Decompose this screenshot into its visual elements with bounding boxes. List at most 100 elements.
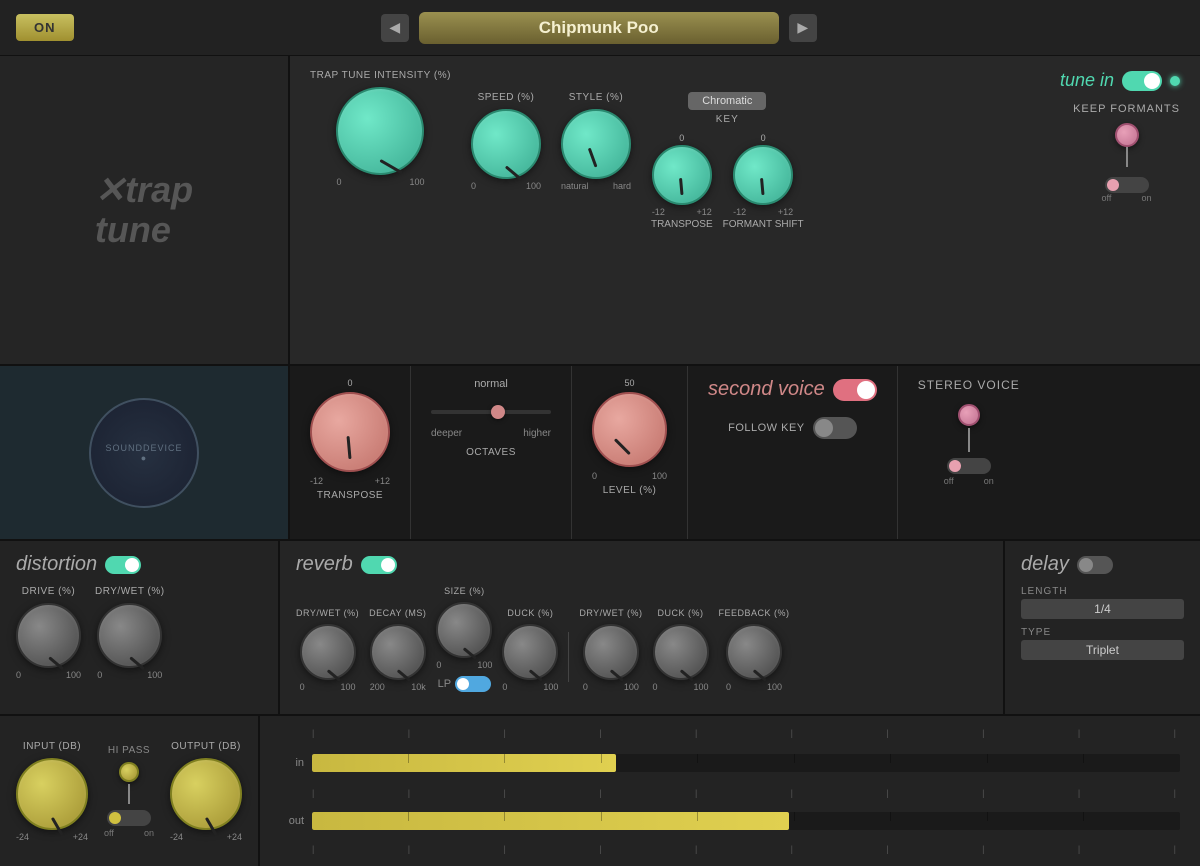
- stereo-voice-track: [947, 458, 991, 474]
- stereo-voice-knob[interactable]: [958, 404, 980, 426]
- rev-duck2-knob[interactable]: [653, 624, 709, 680]
- key-selector[interactable]: Chromatic: [688, 92, 766, 110]
- delay-type-label: TYPE: [1021, 627, 1184, 638]
- next-preset-button[interactable]: ▶: [789, 14, 817, 42]
- stereo-voice-panel: STEREO VOICE off on: [898, 366, 1040, 539]
- dist-drywet-knob[interactable]: [97, 603, 162, 668]
- rev-duck1-range: 0 100: [502, 682, 558, 692]
- formant-shift-container: 0 -12 +12 FORMANT SHIFT: [723, 133, 804, 230]
- rev-size-knob[interactable]: [436, 602, 492, 658]
- rev-feedback-knob[interactable]: [726, 624, 782, 680]
- octaves-thumb[interactable]: [491, 405, 505, 419]
- hi-pass-stem: [119, 784, 139, 808]
- delay-length-value[interactable]: 1/4: [1021, 599, 1184, 619]
- rev-drywet2-knob[interactable]: [583, 624, 639, 680]
- formant-shift-knob[interactable]: [733, 145, 793, 205]
- follow-key-label: FOLLOW KEY: [728, 422, 805, 434]
- reverb-controls: DRY/WET (%) 0 100 DECAY (ms) 200 10k: [296, 586, 987, 692]
- on-button[interactable]: ON: [16, 14, 74, 41]
- rev-decay-container: DECAY (ms) 200 10k: [369, 608, 426, 692]
- lp-label: LP: [438, 678, 451, 690]
- s2-transpose-knob[interactable]: [310, 392, 390, 472]
- speed-range: 0 100: [471, 181, 541, 191]
- rev-feedback-label: FEEDBACK (%): [719, 608, 790, 618]
- out-meter-row: out: [280, 812, 1180, 830]
- stereo-voice-stem: [957, 428, 981, 456]
- rev-decay-knob[interactable]: [370, 624, 426, 680]
- lp-track[interactable]: [455, 676, 491, 692]
- meter-tick-labels2: | | | | | | | | | |: [308, 788, 1180, 798]
- intensity-range: 0 100: [336, 177, 424, 187]
- input-block: INPUT (dB) -24 +24 HI PASS off: [0, 716, 260, 866]
- out-label: out: [280, 815, 304, 827]
- s2-transpose-label: TRANSPOSE: [317, 490, 383, 501]
- second-voice-toggle[interactable]: [833, 379, 877, 401]
- reverb-toggle[interactable]: [361, 556, 397, 574]
- distortion-toggle[interactable]: [105, 556, 141, 574]
- s2-octaves-block: normal deeper higher OCTAVES: [411, 366, 572, 539]
- out-meter-track: [312, 812, 1180, 830]
- keep-formants-knob[interactable]: [1115, 123, 1139, 147]
- input-knob[interactable]: [16, 758, 88, 830]
- formant-label: FORMANT SHIFT: [723, 219, 804, 230]
- stereo-voice-label: STEREO VOICE: [918, 378, 1020, 392]
- input-label: INPUT (dB): [23, 741, 81, 752]
- delay-settings: LENGTH 1/4 TYPE Triplet: [1021, 586, 1184, 660]
- rev-duck2-range: 0 100: [653, 682, 709, 692]
- drive-knob[interactable]: [16, 603, 81, 668]
- rev-separator: [568, 632, 569, 682]
- stereo-voice-thumb[interactable]: [949, 460, 961, 472]
- tune-in-label: tune in: [1060, 70, 1114, 91]
- style-label: STYLE (%): [569, 92, 624, 103]
- reverb-block: reverb DRY/WET (%) 0 100 DECAY (ms): [280, 541, 1005, 714]
- rev-size-label: SIZE (%): [444, 586, 485, 596]
- style-knob[interactable]: [561, 109, 631, 179]
- input-container: INPUT (dB) -24 +24: [16, 741, 88, 842]
- section2: SOUNDDEVICE● 0 -12 +12 TRANSPOSE normal …: [0, 366, 1200, 541]
- output-range: -24 +24: [170, 832, 242, 842]
- prev-preset-button[interactable]: ◀: [381, 14, 409, 42]
- in-meter-track: [312, 754, 1180, 772]
- rev-duck1-container: DUCK (%) 0 100: [502, 608, 558, 692]
- output-knob[interactable]: [170, 758, 242, 830]
- follow-key-toggle[interactable]: [813, 417, 857, 439]
- logo-area: ✕trap tune: [0, 56, 290, 364]
- s2-level-range: 0 100: [592, 471, 667, 481]
- hi-pass-labels: off on: [104, 828, 154, 838]
- rev-drywet2-label: DRY/WET (%): [579, 608, 642, 618]
- style-range: natural hard: [561, 181, 631, 191]
- style-knob-container: STYLE (%) natural hard: [561, 92, 631, 191]
- formant-top: 0: [761, 133, 766, 143]
- rev-duck2-container: DUCK (%) 0 100: [653, 608, 709, 692]
- intensity-knob[interactable]: [336, 87, 424, 175]
- dist-drywet-label: DRY/WET (%): [95, 586, 165, 597]
- hi-pass-thumb[interactable]: [109, 812, 121, 824]
- transpose1-knob[interactable]: [652, 145, 712, 205]
- hi-pass-knob[interactable]: [119, 762, 139, 782]
- rev-drywet-range: 0 100: [300, 682, 356, 692]
- second-voice-panel: second voice FOLLOW KEY: [688, 366, 898, 539]
- delay-toggle[interactable]: [1077, 556, 1113, 574]
- key-label: KEY: [716, 114, 739, 125]
- meter-block: | | | | | | | | | | in: [260, 716, 1200, 866]
- keep-formants-label: KEEP FORMANTS: [1073, 103, 1180, 115]
- rev-duck1-knob[interactable]: [502, 624, 558, 680]
- keep-formants-stem: [1112, 147, 1142, 177]
- transpose1-top: 0: [679, 133, 684, 143]
- in-meter-row: in: [280, 754, 1180, 772]
- rev-drywet2-container: DRY/WET (%) 0 100: [579, 608, 642, 692]
- s2-level-label: LEVEL (%): [603, 485, 657, 496]
- delay-type-value[interactable]: Triplet: [1021, 640, 1184, 660]
- delay-length-label: LENGTH: [1021, 586, 1184, 597]
- rev-drywet-knob[interactable]: [300, 624, 356, 680]
- s2-level-knob[interactable]: [592, 392, 667, 467]
- rev-drywet-container: DRY/WET (%) 0 100: [296, 608, 359, 692]
- speed-knob[interactable]: [471, 109, 541, 179]
- keep-formants-thumb[interactable]: [1107, 179, 1119, 191]
- tune-in-toggle[interactable]: [1122, 71, 1162, 91]
- follow-key-thumb: [815, 419, 833, 437]
- in-label: in: [280, 757, 304, 769]
- rev-decay-label: DECAY (ms): [369, 608, 426, 618]
- s2-level-marker: 50: [624, 378, 634, 388]
- meter-ticks-row: | | | | | | | | | |: [280, 728, 1180, 738]
